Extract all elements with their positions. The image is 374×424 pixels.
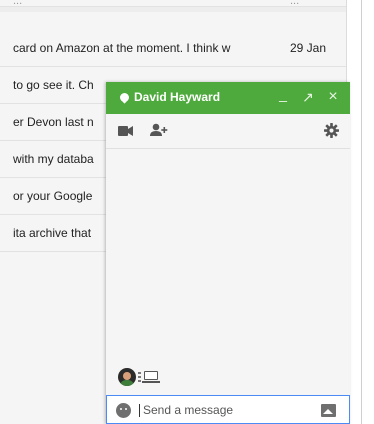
avatar-face xyxy=(123,372,131,380)
gear-icon[interactable] xyxy=(324,123,339,138)
mail-row[interactable]: card on Amazon at the moment. I think w … xyxy=(0,30,346,67)
chat-toolbar xyxy=(106,114,350,149)
mail-date: 29 Jan xyxy=(290,41,327,55)
gutter-divider xyxy=(361,0,362,424)
video-camera-icon[interactable] xyxy=(118,126,133,136)
laptop-base-icon xyxy=(142,381,160,383)
avatar-shirt xyxy=(120,380,134,386)
mail-row[interactable]: ... ... xyxy=(0,0,346,7)
chat-header[interactable]: David Hayward _ ↗ × xyxy=(106,82,350,114)
chat-window: David Hayward _ ↗ × xyxy=(106,82,350,424)
chat-contact-name: David Hayward xyxy=(134,90,221,104)
participant-row xyxy=(118,368,178,390)
emoji-icon[interactable] xyxy=(116,403,131,418)
presence-separator xyxy=(138,372,141,382)
mail-snippet: ... xyxy=(13,0,23,7)
laptop-icon xyxy=(144,371,158,380)
close-button[interactable]: × xyxy=(324,88,342,106)
presence-status-icon xyxy=(120,93,129,102)
message-composer xyxy=(106,395,350,424)
photo-icon[interactable] xyxy=(321,404,336,417)
avatar[interactable] xyxy=(118,368,136,386)
message-input[interactable] xyxy=(143,401,313,419)
mail-snippet: card on Amazon at the moment. I think w xyxy=(13,41,231,55)
text-caret xyxy=(139,404,140,417)
mail-date: ... xyxy=(290,0,300,7)
message-area[interactable] xyxy=(106,149,350,367)
add-person-icon[interactable] xyxy=(150,123,168,137)
right-gutter xyxy=(347,0,374,424)
minimize-button[interactable]: _ xyxy=(274,85,292,103)
popout-button[interactable]: ↗ xyxy=(299,88,317,106)
